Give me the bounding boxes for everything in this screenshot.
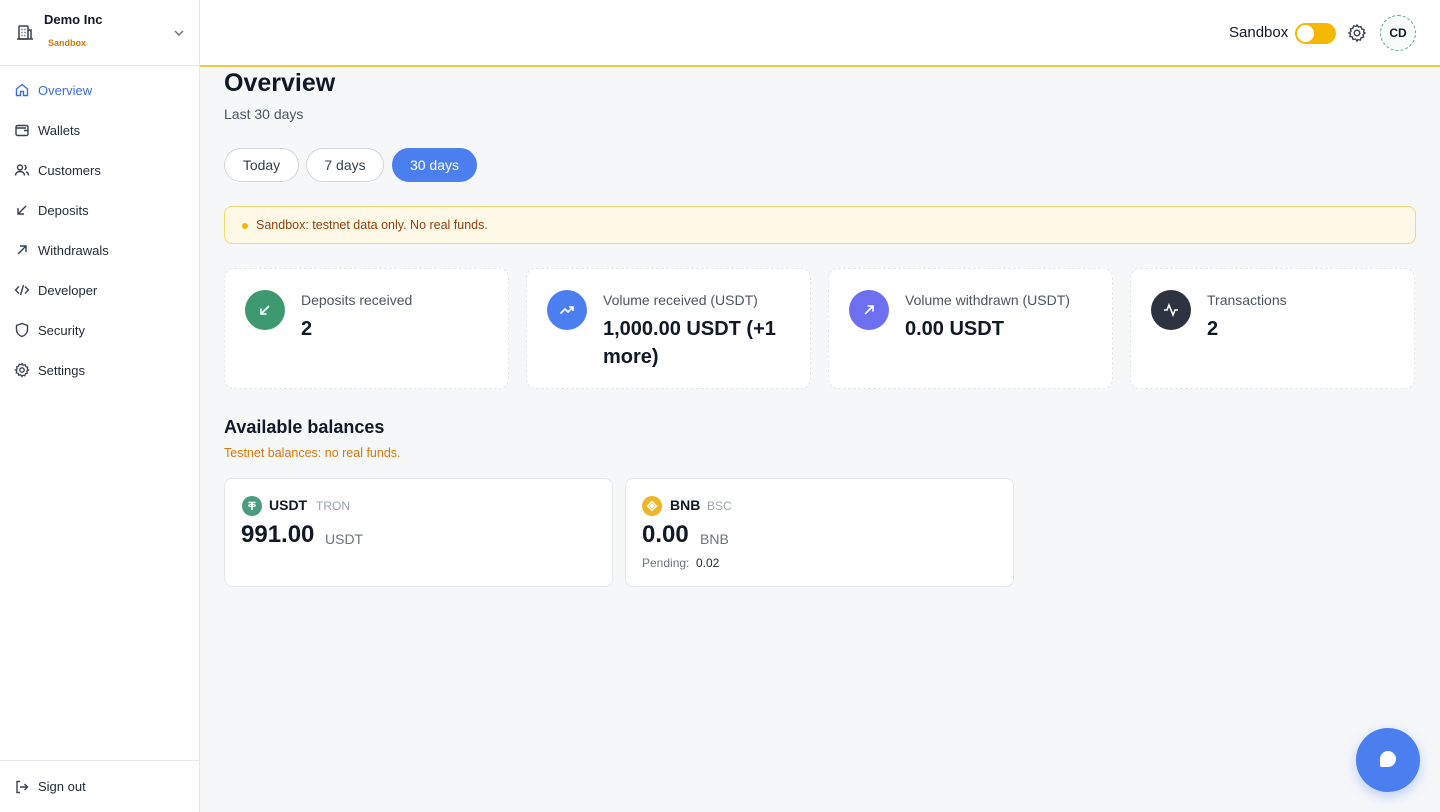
org-switcher[interactable]: Demo Inc Sandbox (0, 0, 199, 66)
balance-amount: 0.00 (642, 521, 689, 548)
arrow-down-left-icon (260, 305, 270, 315)
sandbox-badge: Sandbox (48, 38, 87, 48)
coin-name: USDT (269, 497, 308, 513)
stat-value: 1,000.00 USDT (+1 more) (603, 318, 776, 368)
range-today-button[interactable]: Today (224, 148, 299, 182)
stat-label: Volume received (USDT) (603, 292, 758, 308)
stat-icon (245, 290, 285, 330)
code-icon (14, 284, 30, 296)
chat-button[interactable] (1356, 728, 1420, 792)
home-icon (15, 83, 29, 97)
sidebar-item-label: Overview (38, 82, 93, 98)
sidebar-item-label: Developer (38, 282, 98, 298)
stat-icon (1151, 290, 1191, 330)
balances-subtitle: Testnet balances: no real funds. (224, 446, 401, 460)
stat-icon (547, 290, 587, 330)
gear-icon[interactable] (1347, 23, 1367, 43)
wallet-icon (15, 124, 29, 137)
sidebar-item-developer[interactable]: Developer (0, 270, 199, 310)
org-name: Demo Inc (44, 12, 103, 27)
sidebar-item-label: Deposits (38, 202, 89, 218)
sidebar-item-security[interactable]: Security (0, 310, 199, 350)
sandbox-alert: Sandbox: testnet data only. No real fund… (224, 206, 1416, 244)
sidebar-item-deposits[interactable]: Deposits (0, 190, 199, 230)
avatar[interactable]: CD (1380, 15, 1416, 51)
alert-dot (242, 223, 248, 229)
stat-card-transactions: Transactions 2 (1130, 268, 1415, 389)
sidebar-item-label: Withdrawals (38, 242, 109, 258)
stat-card-deposits: Deposits received 2 (224, 268, 509, 389)
stat-value: 2 (1207, 318, 1219, 340)
sidebar-item-label: Settings (38, 362, 85, 378)
sign-out-icon (16, 780, 29, 793)
stat-label: Volume withdrawn (USDT) (905, 292, 1070, 308)
sidebar-item-label: Customers (38, 162, 101, 178)
shield-icon (15, 322, 29, 338)
stat-value: 0.00 USDT (905, 318, 1004, 340)
sidebar-item-withdrawals[interactable]: Withdrawals (0, 230, 199, 270)
toggle-knob (1297, 25, 1314, 42)
sidebar-item-customers[interactable]: Customers (0, 150, 199, 190)
tether-icon (242, 496, 262, 516)
users-icon (14, 164, 30, 176)
chat-bubble-icon (1380, 751, 1396, 767)
balance-card-usdt: USDT TRON 991.00 USDT (224, 478, 613, 587)
stat-value: 2 (301, 318, 313, 340)
balance-card-bnb: BNB BSC 0.00 BNB Pending: 0.02 (625, 478, 1014, 587)
trending-up-icon (559, 306, 574, 315)
sandbox-mode-label: Sandbox (1229, 24, 1289, 41)
activity-icon (1164, 302, 1178, 318)
alert-text: Sandbox: testnet data only. No real fund… (256, 218, 488, 232)
coin-network: TRON (316, 499, 350, 513)
balance-unit: USDT (325, 531, 364, 547)
stat-card-volume-withdrawn: Volume withdrawn (USDT) 0.00 USDT (828, 268, 1113, 389)
balances-title: Available balances (224, 417, 385, 437)
pending-value: 0.02 (696, 556, 720, 570)
sidebar-item-wallets[interactable]: Wallets (0, 110, 199, 150)
stat-card-volume-received: Volume received (USDT) 1,000.00 USDT (+1… (526, 268, 811, 389)
sign-out-button[interactable]: Sign out (0, 760, 199, 812)
coin-network: BSC (707, 499, 732, 513)
arrow-down-left-icon (17, 205, 27, 215)
sidebar-item-label: Security (38, 322, 85, 338)
range-30-days-button[interactable]: 30 days (392, 148, 477, 182)
balance-amount: 991.00 (241, 521, 315, 548)
stat-label: Transactions (1207, 292, 1287, 308)
top-bar: Sandbox CD (200, 0, 1440, 67)
sidebar-item-settings[interactable]: Settings (0, 350, 199, 390)
page-title: Overview (224, 69, 336, 97)
range-7-days-button[interactable]: 7 days (306, 148, 384, 182)
stat-label: Deposits received (301, 292, 413, 308)
sandbox-toggle[interactable] (1295, 23, 1336, 44)
stat-icon (849, 290, 889, 330)
gear-icon (14, 362, 30, 378)
arrow-up-right-icon (864, 305, 874, 315)
pending-label: Pending: (642, 556, 690, 570)
sidebar-item-overview[interactable]: Overview (0, 70, 199, 110)
bnb-icon (642, 496, 662, 516)
sidebar: Demo Inc Sandbox Overview Wallets Custom… (0, 0, 200, 812)
page-subtitle: Last 30 days (224, 106, 304, 122)
building-icon (17, 25, 33, 40)
balance-unit: BNB (700, 531, 729, 547)
arrow-up-right-icon (17, 245, 27, 255)
coin-name: BNB (670, 497, 701, 513)
sign-out-label: Sign out (38, 779, 86, 794)
sidebar-item-label: Wallets (38, 122, 81, 138)
chevron-down-icon (174, 30, 184, 37)
